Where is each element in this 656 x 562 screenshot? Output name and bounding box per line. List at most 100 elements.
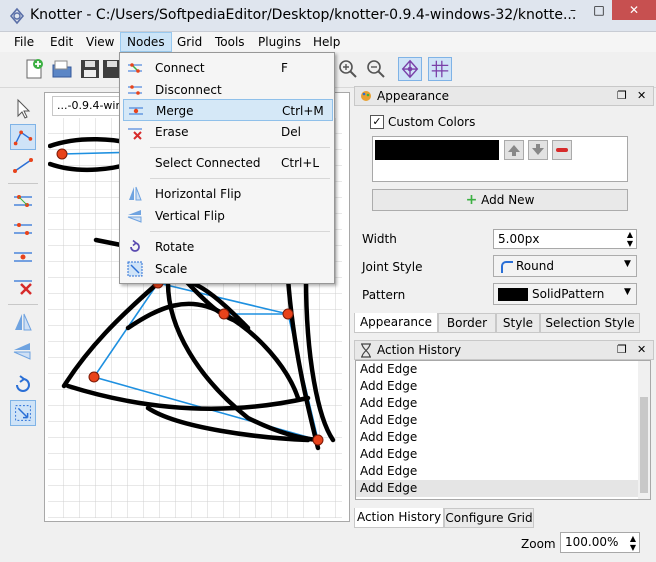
color-swatch[interactable] [375, 140, 499, 160]
move-down-button[interactable] [528, 140, 548, 160]
move-up-button[interactable] [504, 140, 524, 160]
title-bar: Knotter - C:/Users/SoftpediaEditor/Deskt… [0, 0, 656, 32]
list-item[interactable]: Add Edge [356, 412, 650, 429]
tool-separator [8, 183, 38, 184]
display-knot-icon[interactable] [398, 57, 422, 81]
custom-colors-label: Custom Colors [388, 115, 476, 129]
zoom-out-icon[interactable] [364, 57, 388, 81]
edge-chain-tool-icon[interactable] [10, 152, 36, 178]
tool-column [0, 88, 44, 528]
menu-item-select-connected[interactable]: Select Connected Ctrl+L [123, 152, 333, 174]
list-item[interactable]: Add Edge [356, 378, 650, 395]
close-button[interactable]: ✕ [612, 0, 656, 20]
appearance-title: Appearance [377, 89, 450, 103]
menu-tools[interactable]: Tools [209, 32, 251, 52]
appearance-icon [361, 91, 371, 101]
width-label: Width [362, 232, 397, 246]
list-item[interactable]: Add Edge [356, 480, 650, 497]
merge-icon [129, 107, 143, 115]
maximize-button[interactable]: □ [586, 0, 612, 20]
zoom-spinbox[interactable]: 100.00% ▲ ▼ [560, 532, 640, 553]
pattern-select[interactable]: SolidPattern ▼ [493, 283, 637, 305]
pattern-label: Pattern [362, 288, 406, 302]
erase-tool-icon[interactable] [10, 272, 36, 298]
joint-style-select[interactable]: Round ▼ [493, 255, 637, 277]
history-title: Action History [377, 343, 462, 357]
appearance-panel-header: Appearance ❐ ✕ [354, 86, 654, 106]
list-item[interactable]: Add Edge [356, 429, 650, 446]
menu-help[interactable]: Help [307, 32, 346, 52]
history-scrollbar[interactable] [638, 361, 650, 499]
menu-item-rotate[interactable]: Rotate [123, 236, 333, 258]
rotate-icon [130, 239, 140, 252]
menu-separator [150, 231, 330, 232]
connect-icon [128, 63, 142, 73]
pattern-swatch [498, 288, 528, 301]
close-panel-button[interactable]: ✕ [637, 89, 646, 102]
horizontal-flip-tool-icon[interactable] [10, 310, 36, 336]
spin-arrows-icon[interactable]: ▲ ▼ [627, 230, 633, 248]
tab-selection-style[interactable]: Selection Style [540, 313, 640, 333]
history-panel-header: Action History ❐ ✕ [354, 340, 654, 360]
zoom-in-icon[interactable] [336, 57, 360, 81]
rotate-tool-icon[interactable] [10, 372, 36, 398]
spin-arrows-icon[interactable]: ▲ ▼ [630, 534, 636, 552]
list-item[interactable]: Add Edge [356, 361, 650, 378]
vertical-flip-tool-icon[interactable] [10, 338, 36, 364]
scale-icon [127, 261, 143, 277]
chevron-down-icon: ▼ [624, 259, 631, 269]
erase-icon [128, 128, 142, 140]
list-item[interactable]: Add Edge [356, 463, 650, 480]
scrollbar-thumb[interactable] [640, 397, 648, 493]
menu-file[interactable]: File [8, 32, 40, 52]
nodes-dropdown-menu: Connect F Disconnect Merge Ctrl+M Erase … [119, 52, 335, 284]
hourglass-icon [361, 343, 371, 358]
save-icon[interactable] [78, 57, 102, 81]
menu-item-disconnect[interactable]: Disconnect [123, 79, 333, 101]
pointer-tool-icon[interactable] [10, 96, 36, 122]
menu-item-vertical-flip[interactable]: Vertical Flip [123, 205, 333, 227]
menu-separator [150, 147, 330, 148]
custom-colors-checkbox[interactable]: ✓ [370, 115, 384, 129]
menu-item-erase[interactable]: Erase Del [123, 121, 333, 143]
joint-style-label: Joint Style [362, 260, 423, 274]
tab-configure-grid[interactable]: Configure Grid [444, 508, 534, 528]
menu-plugins[interactable]: Plugins [252, 32, 307, 52]
edge-loop-tool-icon[interactable] [10, 124, 36, 150]
open-file-icon[interactable] [50, 57, 74, 81]
list-item[interactable]: Add Edge [356, 395, 650, 412]
float-panel-button[interactable]: ❐ [617, 89, 627, 102]
menu-grid[interactable]: Grid [171, 32, 208, 52]
remove-color-button[interactable] [552, 140, 572, 160]
float-panel-button[interactable]: ❐ [617, 343, 627, 356]
status-bar: Zoom 100.00% ▲ ▼ [0, 530, 656, 562]
menu-view[interactable]: View [80, 32, 120, 52]
menu-bar: File Edit View Nodes Grid Tools Plugins … [0, 32, 656, 52]
round-joint-icon [501, 261, 513, 273]
tab-appearance[interactable]: Appearance [354, 313, 438, 333]
menu-edit[interactable]: Edit [44, 32, 79, 52]
window-title: Knotter - C:/Users/SoftpediaEditor/Deskt… [30, 7, 577, 23]
new-file-icon[interactable] [22, 57, 46, 81]
grid-toggle-icon[interactable] [428, 57, 452, 81]
menu-item-connect[interactable]: Connect F [123, 57, 333, 79]
tab-border[interactable]: Border [438, 313, 496, 333]
merge-tool-icon[interactable] [10, 244, 36, 270]
history-list[interactable]: Add Edge Add Edge Add Edge Add Edge Add … [355, 360, 651, 500]
scale-tool-icon[interactable] [10, 400, 36, 426]
menu-item-scale[interactable]: Scale [123, 258, 333, 280]
menu-nodes[interactable]: Nodes [120, 32, 172, 52]
knotter-logo-icon [9, 7, 25, 25]
menu-item-horizontal-flip[interactable]: Horizontal Flip [123, 183, 333, 205]
close-panel-button[interactable]: ✕ [637, 343, 646, 356]
tab-style[interactable]: Style [496, 313, 540, 333]
zoom-label: Zoom [521, 537, 556, 551]
add-new-button[interactable]: + Add New [372, 189, 628, 211]
list-item[interactable]: Add Edge [356, 446, 650, 463]
menu-item-merge[interactable]: Merge Ctrl+M [123, 99, 333, 121]
width-spinbox[interactable]: 5.00px ▲ ▼ [493, 229, 637, 249]
connect-tool-icon[interactable] [10, 188, 36, 214]
minimize-button[interactable]: – [560, 0, 586, 20]
disconnect-tool-icon[interactable] [10, 216, 36, 242]
tab-action-history[interactable]: Action History [354, 508, 444, 528]
